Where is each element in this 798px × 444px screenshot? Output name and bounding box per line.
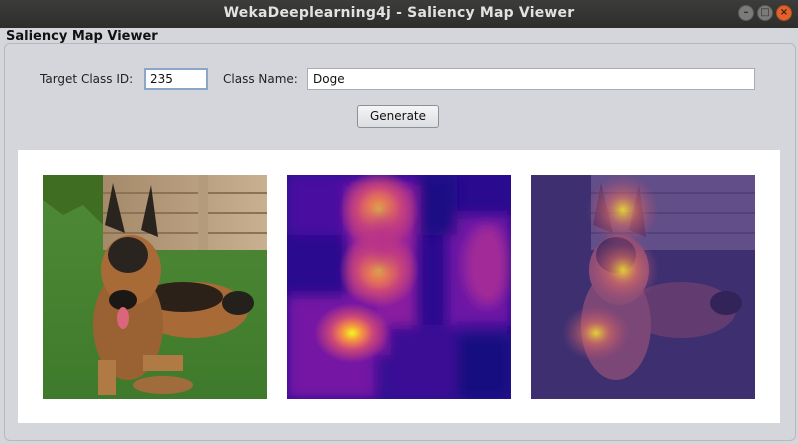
- original-image: [43, 175, 267, 399]
- class-name-input[interactable]: Doge: [307, 68, 755, 90]
- target-class-label: Target Class ID:: [40, 72, 134, 86]
- maximize-icon[interactable]: □: [757, 5, 773, 21]
- minimize-icon[interactable]: –: [738, 5, 754, 21]
- target-class-input[interactable]: 235: [144, 68, 208, 90]
- window-controls: – □ ×: [738, 5, 792, 21]
- saliency-heatmap: [287, 175, 511, 399]
- window-title: WekaDeeplearning4j - Saliency Map Viewer: [223, 5, 575, 21]
- panel-title: Saliency Map Viewer: [6, 29, 158, 44]
- window-titlebar[interactable]: WekaDeeplearning4j - Saliency Map Viewer…: [0, 0, 798, 28]
- class-name-label: Class Name:: [223, 72, 298, 86]
- close-icon[interactable]: ×: [776, 5, 792, 21]
- overlay-image: [531, 175, 755, 399]
- generate-button[interactable]: Generate: [357, 105, 439, 128]
